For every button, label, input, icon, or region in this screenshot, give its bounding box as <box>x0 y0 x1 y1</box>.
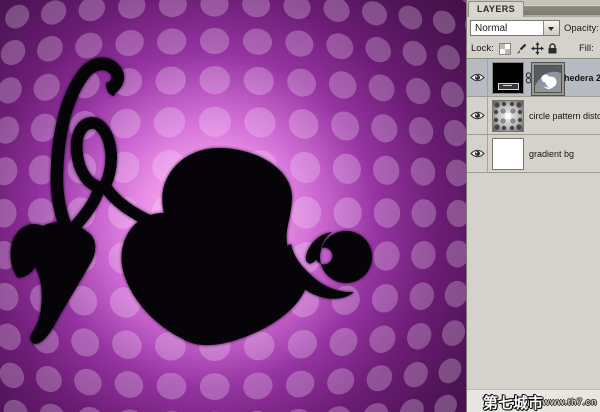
mask-link-icon <box>525 72 532 84</box>
layer-thumbnail-hedera[interactable] <box>492 62 524 94</box>
vector-mask-thumbnail[interactable] <box>534 65 562 93</box>
lock-row: Lock: Fill: <box>467 39 600 57</box>
visibility-cell[interactable] <box>467 135 488 172</box>
eye-icon[interactable] <box>470 110 485 121</box>
lock-label: Lock: <box>471 43 494 54</box>
layer-name: circle pattern distort <box>529 111 600 121</box>
chevron-down-icon <box>548 27 554 34</box>
layer-list: hedera 2 <box>467 58 600 173</box>
leaf-shape <box>11 222 96 344</box>
eye-icon[interactable] <box>470 72 485 83</box>
blend-mode-value: Normal <box>475 22 507 35</box>
blend-mode-dropdown-button[interactable] <box>543 21 559 35</box>
thumbnail-detail <box>498 83 519 90</box>
layer-name: gradient bg <box>529 149 574 159</box>
panel-tab-bar: LAYERS <box>467 0 600 17</box>
blend-mode-row: Normal Opacity: <box>467 17 600 39</box>
layer-thumbnail-white[interactable] <box>492 138 524 170</box>
lock-pixels-brush-icon[interactable] <box>515 42 528 55</box>
opacity-label: Opacity: <box>564 23 599 34</box>
layers-panel: LAYERS Normal Opacity: Lock: Fill: <box>466 0 600 412</box>
layer-row-hedera-2[interactable]: hedera 2 <box>467 59 600 97</box>
layer-thumbnail-pattern[interactable] <box>492 100 524 132</box>
tab-layers[interactable]: LAYERS <box>468 1 524 17</box>
hedera-ornament <box>0 0 466 412</box>
document-canvas[interactable] <box>0 0 466 412</box>
eye-icon[interactable] <box>470 148 485 159</box>
watermark-strip: 第七城市 www.th7.cn <box>467 389 600 412</box>
layer-row-circle-pattern-distort[interactable]: circle pattern distort <box>467 97 600 135</box>
lock-position-move-icon[interactable] <box>531 42 544 55</box>
stem-loop <box>64 123 166 238</box>
heart-shape <box>121 148 306 345</box>
watermark-site-url: www.th7.cn <box>542 397 597 407</box>
watermark-site-name: 第七城市 <box>483 392 543 412</box>
visibility-cell[interactable] <box>467 59 488 96</box>
tab-bar-groove <box>524 5 600 15</box>
lock-all-padlock-icon[interactable] <box>547 42 560 55</box>
layer-name: hedera 2 <box>564 73 600 83</box>
lock-transparency-icon[interactable] <box>499 42 512 55</box>
blend-mode-select[interactable]: Normal <box>470 20 560 36</box>
fill-label: Fill: <box>579 43 594 54</box>
visibility-cell[interactable] <box>467 97 488 134</box>
layer-row-gradient-bg[interactable]: gradient bg <box>467 135 600 173</box>
